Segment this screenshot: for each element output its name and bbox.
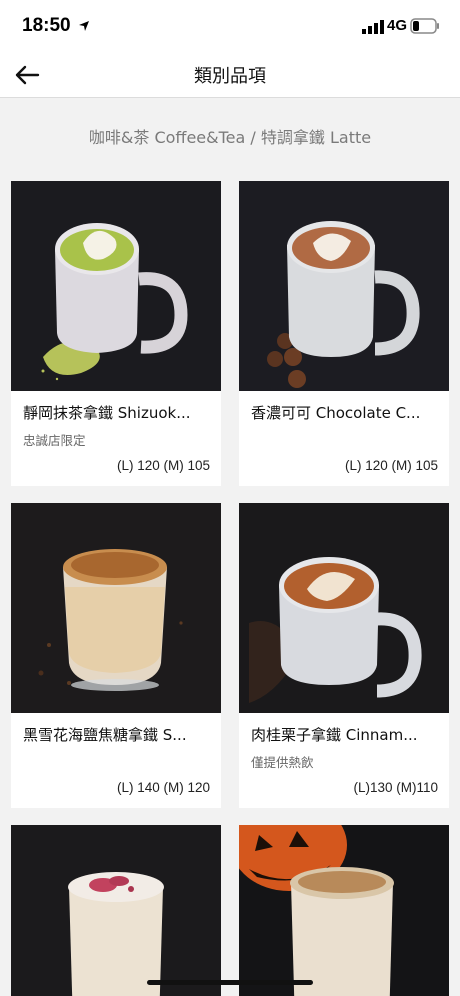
product-price: (L) 140 (M) 120 [116, 780, 210, 795]
product-price: (L)130 (M)110 [353, 780, 438, 795]
product-name: 黑雪花海鹽焦糖拿鐵 S... [23, 726, 187, 744]
page-title: 類別品項 [194, 66, 266, 87]
product-name: 香濃可可 Chocolate C... [251, 404, 421, 422]
product-image-rose-latte [11, 825, 221, 996]
product-card[interactable] [239, 825, 449, 996]
network-type: 4G [387, 17, 408, 34]
product-card[interactable] [11, 825, 221, 996]
location-arrow-icon [79, 21, 89, 31]
product-price: (L) 120 (M) 105 [344, 458, 438, 473]
product-name: 肉桂栗子拿鐵 Cinnam... [251, 726, 418, 744]
product-price: (L) 120 (M) 105 [116, 458, 210, 473]
product-image-cinnamon-latte [239, 503, 449, 713]
battery-icon [410, 18, 439, 34]
product-image-caramel-latte [11, 503, 221, 713]
category-breadcrumb: 咖啡&茶 Coffee&Tea / 特調拿鐵 Latte [88, 128, 372, 147]
product-card[interactable]: 香濃可可 Chocolate C... (L) 120 (M) 105 [239, 181, 449, 486]
product-card[interactable]: 靜岡抹茶拿鐵 Shizuok... 忠誠店限定 (L) 120 (M) 105 [11, 181, 221, 486]
product-card[interactable]: 黑雪花海鹽焦糖拿鐵 S... (L) 140 (M) 120 [11, 503, 221, 808]
status-bar: 18:50 4G [0, 0, 460, 52]
product-note: 忠誠店限定 [23, 433, 86, 448]
cellular-signal-icon [362, 20, 384, 34]
product-image-pumpkin-latte [239, 825, 449, 996]
product-image-matcha-latte [11, 181, 221, 391]
home-indicator[interactable] [147, 980, 313, 985]
top-nav-bar: 類別品項 [0, 52, 460, 98]
product-note: 僅提供熱飲 [251, 755, 314, 770]
status-time: 18:50 [22, 15, 71, 36]
product-name: 靜岡抹茶拿鐵 Shizuok... [23, 404, 191, 422]
product-card[interactable]: 肉桂栗子拿鐵 Cinnam... 僅提供熱飲 (L)130 (M)110 [239, 503, 449, 808]
product-image-chocolate [239, 181, 449, 391]
